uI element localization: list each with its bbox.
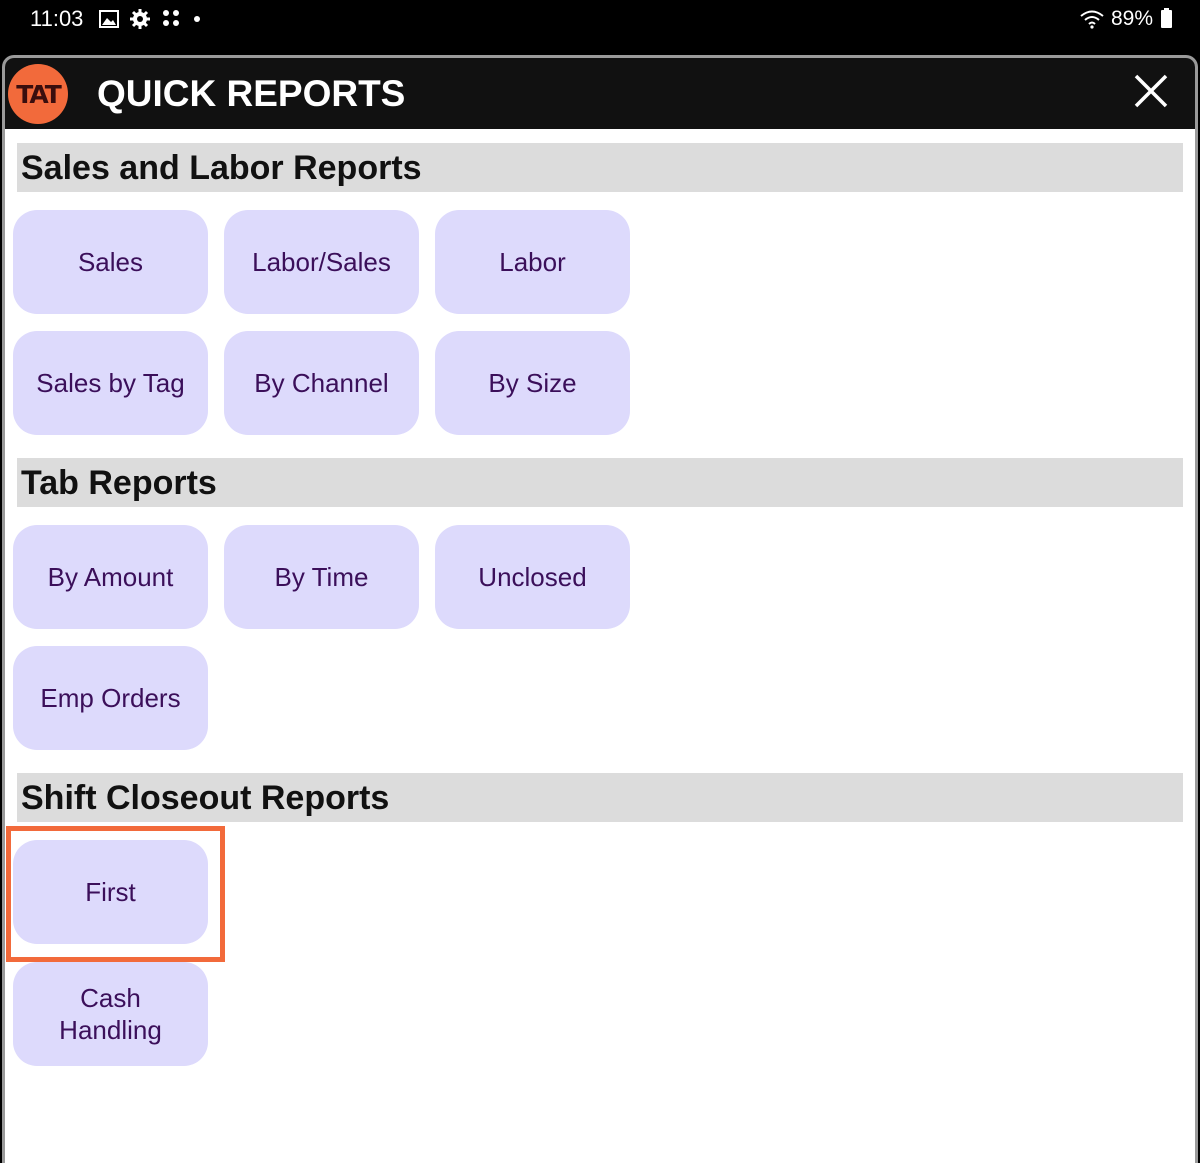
dialog-titlebar: TAT QUICK REPORTS	[5, 58, 1195, 129]
first-button[interactable]: First	[13, 840, 208, 944]
section-header-sales-labor: Sales and Labor Reports	[17, 143, 1183, 192]
battery-percent: 89%	[1110, 7, 1153, 30]
labor-sales-button[interactable]: Labor/Sales	[224, 210, 419, 314]
section-header-tab-reports: Tab Reports	[17, 458, 1183, 507]
quick-reports-dialog: TAT QUICK REPORTS Sales and Labor Report…	[2, 55, 1198, 1163]
settings-gear-icon	[130, 9, 150, 29]
by-size-button[interactable]: By Size	[435, 331, 630, 435]
by-time-button[interactable]: By Time	[224, 525, 419, 629]
labor-button[interactable]: Labor	[435, 210, 630, 314]
emp-orders-button[interactable]: Emp Orders	[13, 646, 208, 750]
notification-dot-icon	[194, 16, 200, 22]
close-icon[interactable]	[1133, 73, 1169, 109]
section-title: Tab Reports	[21, 464, 217, 502]
unclosed-button[interactable]: Unclosed	[435, 525, 630, 629]
battery-icon	[1161, 8, 1172, 28]
status-time: 11:03	[30, 6, 84, 31]
wifi-icon	[1080, 10, 1104, 29]
dialog-title: QUICK REPORTS	[97, 73, 406, 114]
by-amount-button[interactable]: By Amount	[13, 525, 208, 629]
by-channel-button[interactable]: By Channel	[224, 331, 419, 435]
tat-logo: TAT	[8, 64, 68, 124]
status-bar: 11:03 89%	[0, 0, 1200, 38]
section-title: Shift Closeout Reports	[21, 779, 390, 817]
sales-by-tag-button[interactable]: Sales by Tag	[13, 331, 208, 435]
app-grid-icon	[163, 10, 179, 26]
section-header-shift-closeout: Shift Closeout Reports	[17, 773, 1183, 822]
gallery-icon	[99, 10, 119, 28]
sales-button[interactable]: Sales	[13, 210, 208, 314]
section-title: Sales and Labor Reports	[21, 149, 422, 187]
cash-handling-button[interactable]: Cash Handling	[13, 962, 208, 1066]
